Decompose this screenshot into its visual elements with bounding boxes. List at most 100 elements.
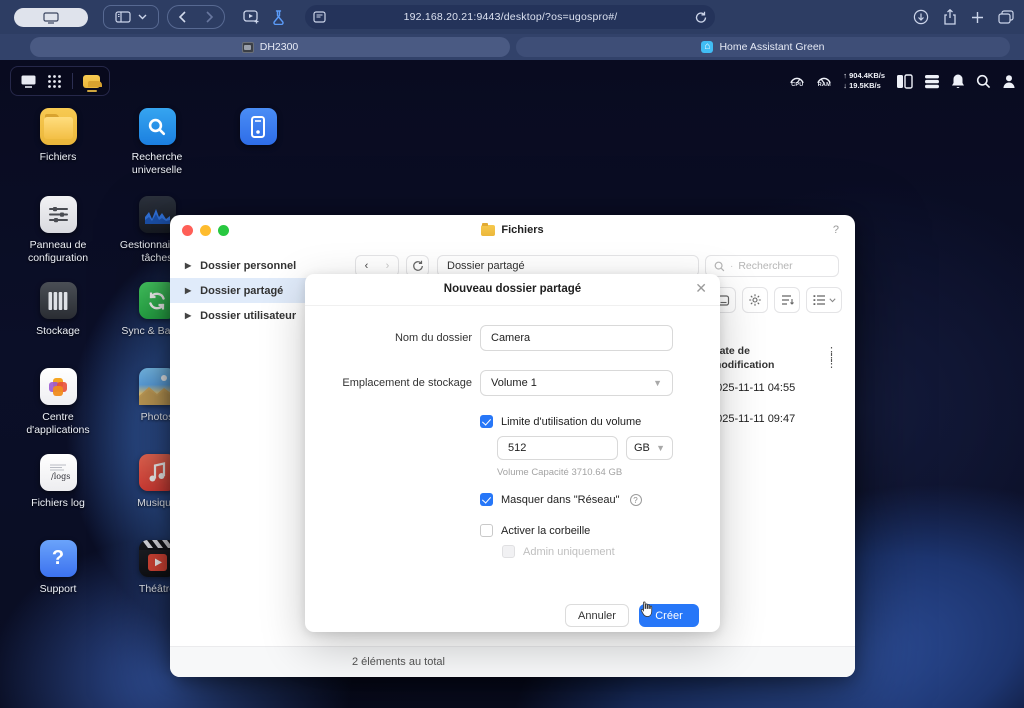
file-row-modified-date[interactable]: 2025-11-11 04:55	[710, 382, 795, 394]
tab-dh2300[interactable]: DH2300	[30, 37, 510, 57]
file-row-modified-date[interactable]: 2025-11-11 09:47	[710, 413, 795, 425]
search-hint-divider: ·	[730, 261, 733, 272]
storage-icon	[40, 282, 77, 319]
volume-limit-input[interactable]: 512	[497, 436, 618, 460]
hide-network-label: Masquer dans "Réseau"	[501, 494, 620, 506]
files-search-input[interactable]: · Rechercher	[705, 255, 839, 277]
sort-button[interactable]	[774, 287, 800, 313]
expand-arrow-icon[interactable]: ▶	[185, 261, 191, 270]
maximize-window-button[interactable]	[218, 225, 229, 236]
cpu-gauge[interactable]: CPU	[789, 74, 805, 89]
admin-only-checkbox-row: Admin uniquement	[502, 545, 615, 558]
window-titlebar[interactable]: Fichiers ?	[170, 215, 855, 245]
files-icon	[40, 108, 77, 145]
app-grid-icon[interactable]	[47, 74, 62, 89]
view-mode-button[interactable]	[806, 287, 842, 313]
close-window-button[interactable]	[182, 225, 193, 236]
cancel-button[interactable]: Annuler	[565, 604, 629, 627]
task-queue-icon[interactable]	[924, 74, 940, 89]
desktop-icon-files[interactable]: Fichiers	[10, 108, 106, 164]
page-format-icon[interactable]	[313, 11, 326, 23]
control-panel-icon	[40, 196, 77, 233]
window-controls	[182, 225, 229, 236]
widgets-icon[interactable]	[896, 74, 913, 89]
admin-only-checkbox	[502, 545, 515, 558]
browser-nav-buttons	[167, 5, 225, 29]
expand-arrow-icon[interactable]: ▶	[185, 286, 191, 295]
search-icon[interactable]	[976, 74, 991, 89]
tab-overview-icon[interactable]	[998, 10, 1014, 24]
chevron-down-icon	[138, 14, 147, 20]
search-icon	[714, 261, 725, 272]
search-placeholder: Rechercher	[738, 260, 792, 272]
network-speed[interactable]: ↑ 904.4KB/s ↓ 19.5KB/s	[843, 72, 885, 90]
log-files-icon: /logs	[40, 454, 77, 491]
display-icon	[43, 12, 59, 24]
flask-extension-icon[interactable]	[272, 10, 285, 25]
hide-network-checkbox[interactable]	[480, 493, 493, 506]
sidebar-toggle-button[interactable]	[103, 5, 159, 29]
taskbar-files-app[interactable]	[83, 75, 100, 88]
dialog-title: Nouveau dossier partagé	[305, 283, 720, 295]
home-assistant-favicon: ⌂	[701, 41, 713, 53]
taskbar-left	[10, 66, 110, 96]
dialog-close-icon[interactable]: ✕	[695, 280, 707, 297]
show-desktop-icon[interactable]	[20, 74, 37, 88]
desktop-icon-universal-search[interactable]: Recherche universelle	[109, 108, 205, 177]
column-options-icon[interactable]: ⋮⋮⋮	[826, 349, 836, 367]
expand-arrow-icon[interactable]: ▶	[185, 311, 191, 320]
usb-drive-icon	[240, 108, 277, 145]
desktop-icon-app-center[interactable]: Centre d'applications	[10, 368, 106, 437]
ram-gauge[interactable]: RAM	[816, 74, 832, 89]
upload-speed: ↑ 904.4KB/s	[843, 72, 885, 81]
address-bar[interactable]: 192.168.20.21:9443/desktop/?os=ugospro#/	[305, 5, 715, 29]
browser-back-button[interactable]	[178, 11, 186, 23]
desktop-icon-storage[interactable]: Stockage	[10, 282, 106, 338]
recycle-bin-checkbox-row[interactable]: Activer la corbeille	[480, 524, 590, 537]
new-shared-folder-dialog: Nouveau dossier partagé ✕ Nom du dossier…	[305, 274, 720, 632]
admin-only-label: Admin uniquement	[523, 546, 615, 558]
help-icon[interactable]: ?	[833, 224, 839, 236]
volume-limit-label: Limite d'utilisation du volume	[501, 416, 641, 428]
sidebar-icon	[115, 11, 131, 23]
dialog-divider	[305, 305, 720, 306]
storage-location-select[interactable]: Volume 1 ▼	[480, 370, 673, 396]
notifications-bell-icon[interactable]	[951, 73, 965, 89]
tab-home-assistant[interactable]: ⌂ Home Assistant Green	[516, 37, 1010, 57]
desktop-icon-control-panel[interactable]: Panneau de configuration	[10, 196, 106, 265]
desktop-icon-log-files[interactable]: /logs Fichiers log	[10, 454, 106, 510]
user-icon[interactable]	[1002, 74, 1016, 89]
help-circle-icon[interactable]: ?	[630, 494, 642, 506]
browser-forward-button[interactable]	[206, 11, 214, 23]
volume-unit-select[interactable]: GB ▼	[626, 436, 673, 460]
window-title-icon	[481, 225, 495, 236]
recycle-bin-checkbox[interactable]	[480, 524, 493, 537]
back-button[interactable]: ‹	[365, 260, 369, 272]
volume-limit-checkbox-row[interactable]: Limite d'utilisation du volume	[480, 415, 641, 428]
minimize-window-button[interactable]	[200, 225, 211, 236]
screen-indicator-pill[interactable]	[14, 8, 88, 27]
svg-text:/logs: /logs	[51, 472, 70, 481]
reload-icon[interactable]	[695, 11, 707, 24]
tab-label: Home Assistant Green	[719, 41, 824, 53]
browser-extensions	[243, 5, 285, 29]
forward-button[interactable]: ›	[386, 260, 390, 272]
folder-name-input[interactable]: Camera	[480, 325, 673, 351]
column-header-modified[interactable]: Date de modification	[712, 345, 808, 372]
dh2300-favicon	[242, 42, 254, 53]
share-icon[interactable]	[943, 9, 957, 25]
universal-search-icon	[139, 108, 176, 145]
volume-limit-checkbox[interactable]	[480, 415, 493, 428]
pip-plus-icon[interactable]	[243, 10, 260, 24]
url-text[interactable]: 192.168.20.21:9443/desktop/?os=ugospro#/	[326, 11, 695, 23]
storage-location-label: Emplacement de stockage	[312, 377, 472, 389]
caret-down-icon	[829, 298, 836, 303]
settings-gear-button[interactable]	[742, 287, 768, 313]
downloads-icon[interactable]	[913, 9, 929, 25]
desktop-icon-support[interactable]: ? Support	[10, 540, 106, 596]
cpu-label: CPU	[791, 83, 803, 89]
new-tab-icon[interactable]	[971, 11, 984, 24]
volume-capacity-hint: Volume Capacité 3710.64 GB	[497, 467, 622, 478]
hide-network-checkbox-row[interactable]: Masquer dans "Réseau" ?	[480, 493, 642, 506]
desktop-icon-usb-drive[interactable]	[210, 108, 306, 145]
